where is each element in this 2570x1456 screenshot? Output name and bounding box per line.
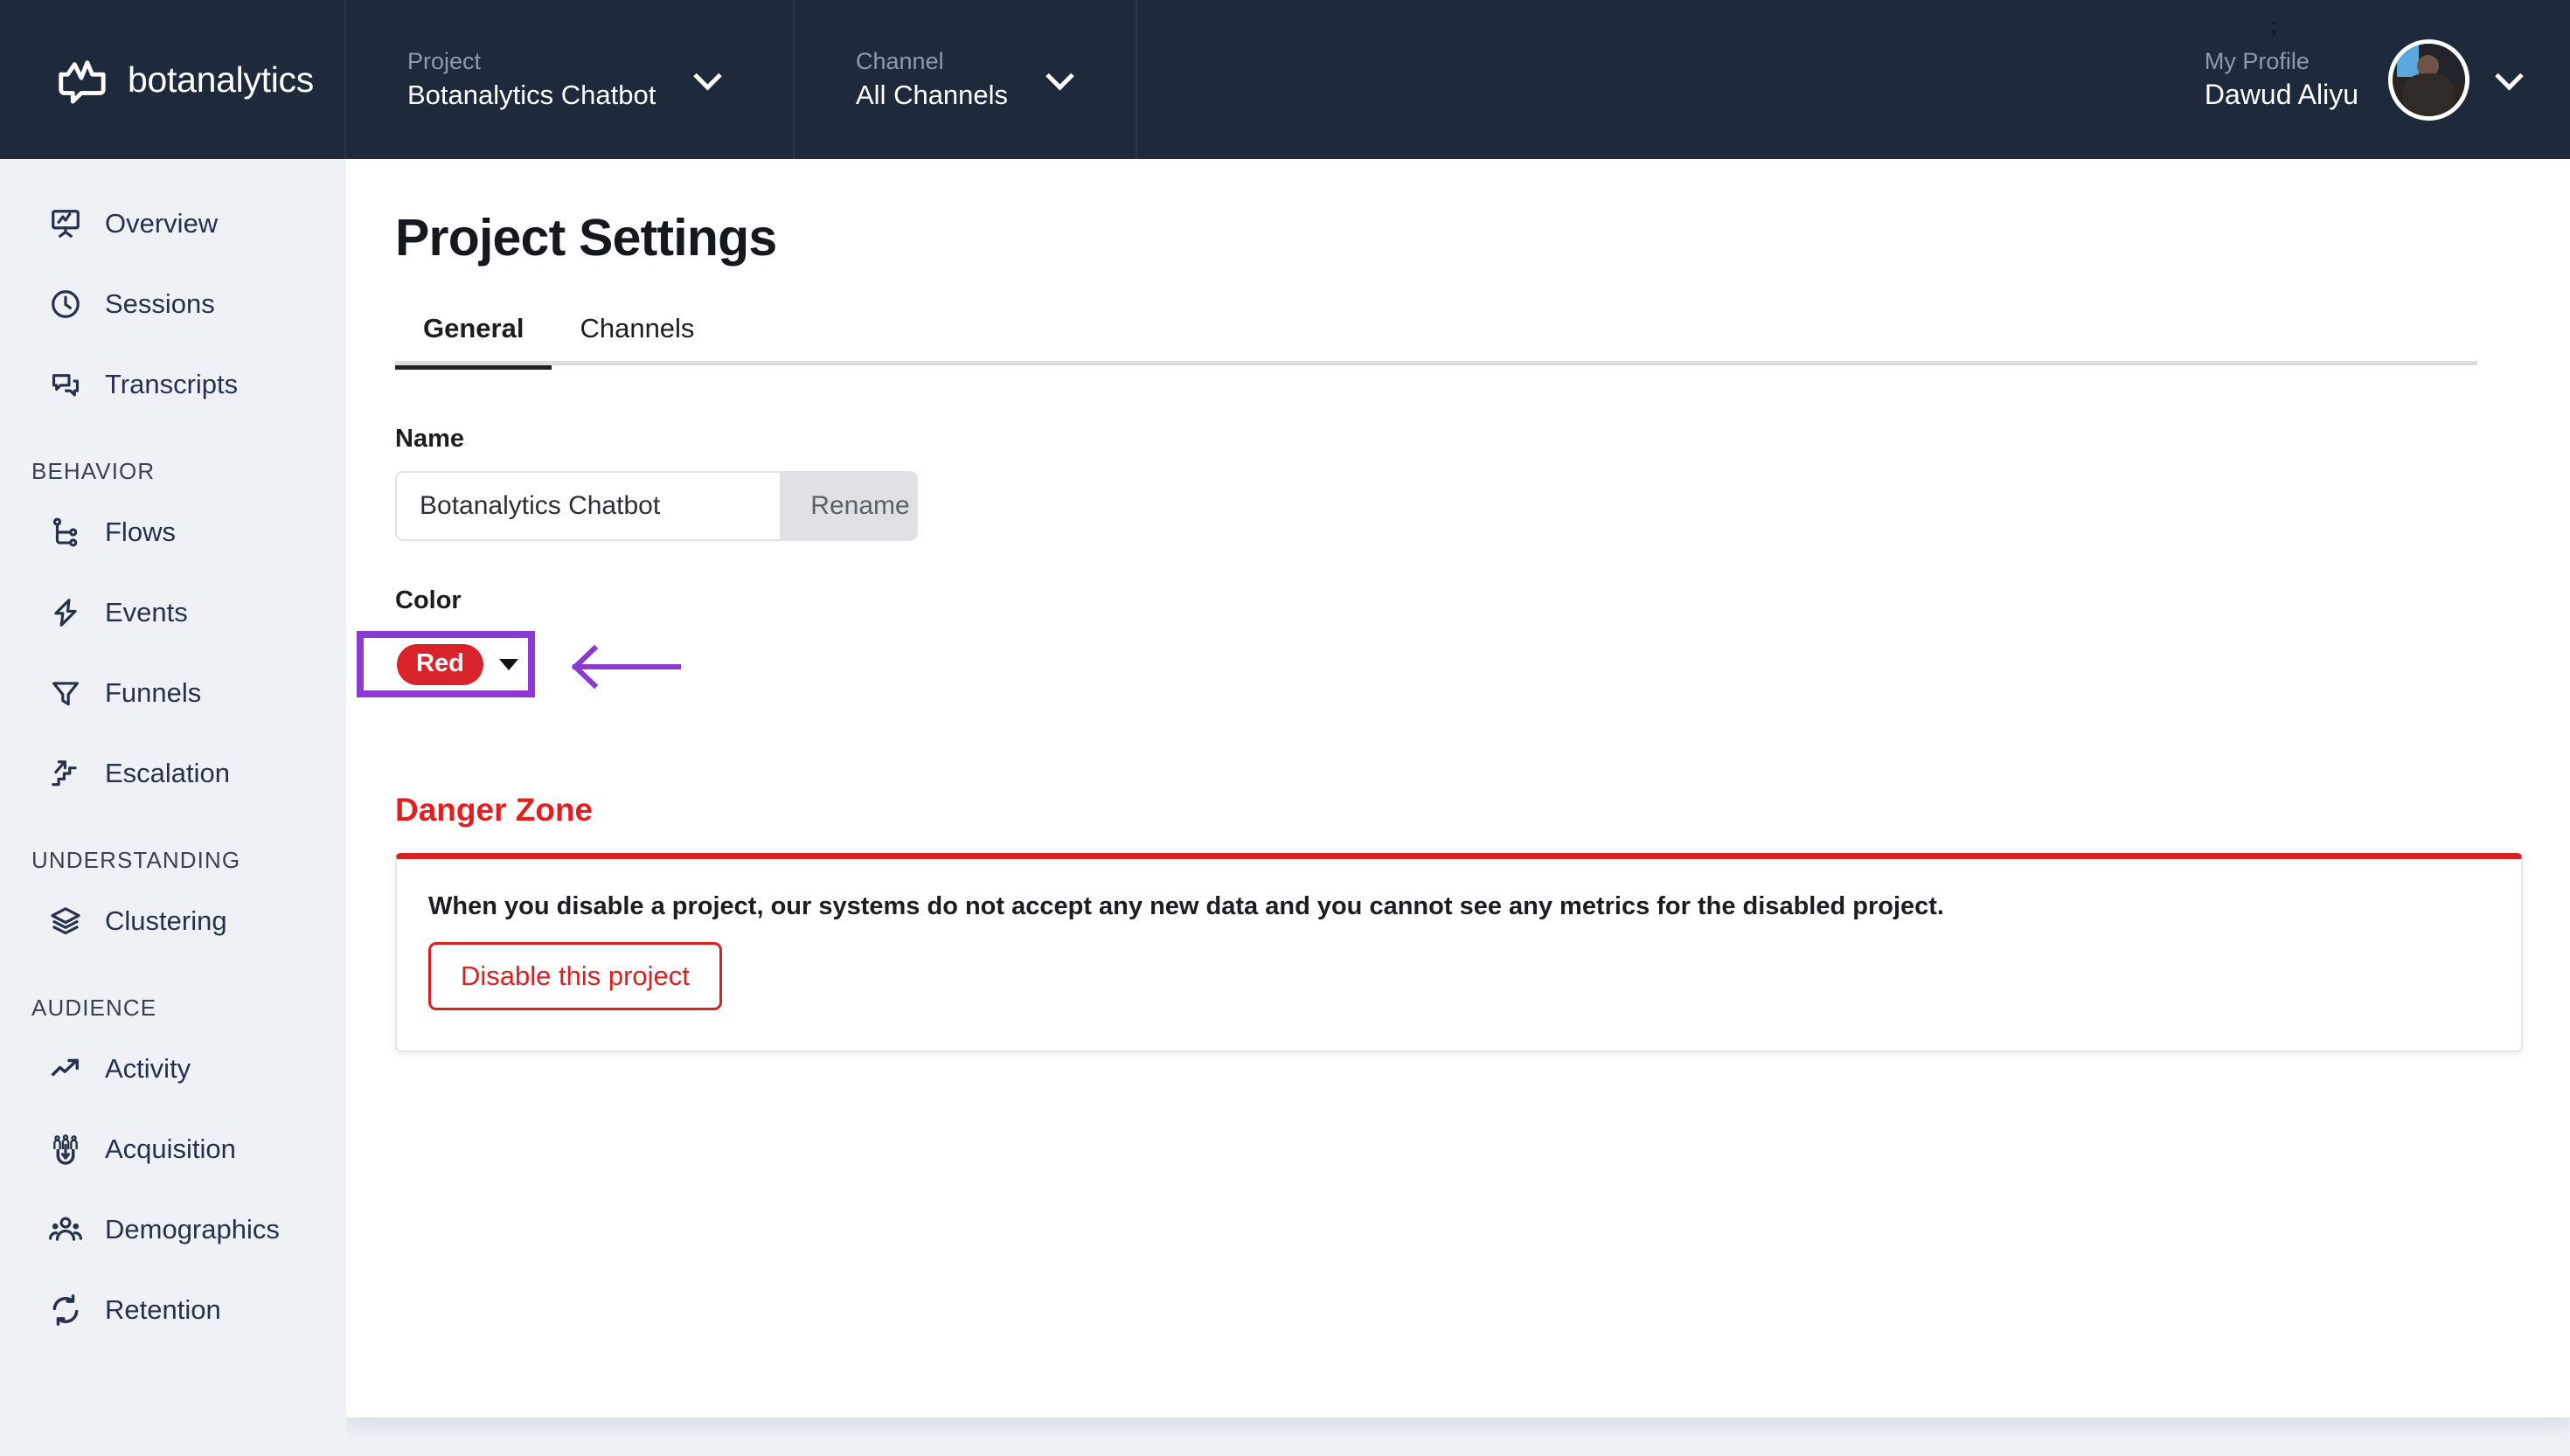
refresh-cycle-icon — [52, 1294, 79, 1326]
profile-menu[interactable]: My Profile Dawud Aliyu — [2205, 0, 2570, 159]
main-content: Project Settings General Channels Name R… — [346, 159, 2570, 1418]
sidebar-item-events[interactable]: Events — [0, 572, 346, 653]
sidebar-item-label: Overview — [105, 208, 219, 239]
left-arrow-annotation-icon — [571, 644, 681, 690]
drag-handle-icon[interactable]: ; — [2270, 12, 2277, 38]
sidebar-item-label: Escalation — [105, 758, 231, 788]
danger-zone-title: Danger Zone — [395, 792, 594, 828]
name-field-group: Rename — [395, 471, 918, 541]
caret-down-icon[interactable] — [498, 658, 518, 670]
project-selector-label: Project — [407, 48, 482, 75]
profile-label: My Profile — [2204, 47, 2310, 74]
chevron-down-icon[interactable] — [2495, 61, 2524, 91]
page-title: Project Settings — [395, 209, 777, 267]
sidebar-item-activity[interactable]: Activity — [0, 1029, 346, 1109]
top-bar-spacer: ; — [1137, 0, 2277, 159]
chat-analytics-logo-icon — [59, 60, 106, 104]
sidebar-item-label: Demographics — [105, 1214, 280, 1245]
presentation-chart-icon — [52, 210, 80, 238]
tab-channels[interactable]: Channels — [552, 313, 722, 365]
sidebar-item-overview[interactable]: Overview — [0, 184, 346, 264]
layers-stack-icon — [51, 907, 80, 935]
funnel-icon — [52, 682, 80, 706]
sidebar-item-label: Sessions — [105, 288, 215, 319]
channel-selector[interactable]: Channel All Channels — [795, 0, 1137, 159]
lightning-bolt-icon — [54, 599, 77, 627]
tab-general[interactable]: General — [395, 313, 552, 370]
channel-selector-label: Channel — [856, 48, 944, 75]
channel-selector-value: All Channels — [856, 79, 1009, 110]
sidebar-item-label: Transcripts — [105, 369, 239, 399]
disable-project-button[interactable]: Disable this project — [428, 942, 722, 1010]
sidebar-item-label: Retention — [105, 1294, 221, 1325]
sidebar-item-demographics[interactable]: Demographics — [0, 1189, 346, 1270]
sidebar-item-label: Events — [105, 597, 188, 627]
sidebar-group-audience: AUDIENCE — [31, 995, 157, 1021]
danger-zone-card: When you disable a project, our systems … — [395, 853, 2523, 1052]
rename-button[interactable]: Rename — [780, 473, 916, 539]
sidebar-item-clustering[interactable]: Clustering — [0, 881, 346, 961]
sidebar-item-acquisition[interactable]: Acquisition — [0, 1109, 346, 1189]
clock-icon — [52, 290, 80, 318]
name-field-label: Name — [395, 425, 464, 453]
sidebar-item-transcripts[interactable]: Transcripts — [0, 344, 346, 425]
sidebar-item-flows[interactable]: Flows — [0, 492, 346, 572]
sidebar-item-label: Acquisition — [105, 1134, 236, 1164]
sidebar-item-label: Funnels — [105, 677, 202, 708]
danger-zone-description: When you disable a project, our systems … — [428, 892, 1944, 920]
magnet-people-icon — [53, 1134, 78, 1165]
color-field-group: Red — [357, 631, 2477, 734]
stairs-arrow-up-icon — [52, 760, 77, 787]
sidebar-group-understanding: UNDERSTANDING — [31, 847, 241, 873]
sidebar-item-funnels[interactable]: Funnels — [0, 653, 346, 733]
sidebar-group-behavior: BEHAVIOR — [31, 458, 156, 484]
chevron-down-icon — [1045, 61, 1074, 91]
color-selected-pill[interactable]: Red — [397, 643, 483, 685]
sidebar-item-label: Activity — [105, 1053, 191, 1084]
settings-tabs: General Channels — [395, 313, 2477, 370]
color-dropdown-highlight: Red — [357, 631, 535, 697]
color-field-label: Color — [395, 586, 462, 614]
flow-branch-icon — [52, 517, 78, 547]
sidebar-item-escalation[interactable]: Escalation — [0, 733, 346, 814]
project-selector[interactable]: Project Botanalytics Chatbot — [346, 0, 795, 159]
trend-up-arrow-icon — [52, 1058, 80, 1077]
sidebar-item-label: Clustering — [105, 905, 227, 936]
sidebar-item-sessions[interactable]: Sessions — [0, 264, 346, 344]
chevron-down-icon — [693, 61, 723, 91]
people-group-icon — [49, 1217, 82, 1241]
sidebar-item-label: Flows — [105, 517, 176, 547]
sidebar: Overview Sessions Transcripts BEHAVIOR F… — [0, 159, 346, 1456]
top-bar: botanalytics Project Botanalytics Chatbo… — [0, 0, 2570, 159]
avatar[interactable] — [2388, 38, 2469, 121]
project-selector-value: Botanalytics Chatbot — [407, 79, 656, 110]
brand-logo-area[interactable]: botanalytics — [0, 0, 346, 159]
profile-name: Dawud Aliyu — [2204, 79, 2358, 111]
chat-bubbles-icon — [52, 374, 80, 397]
project-name-input[interactable] — [397, 473, 780, 539]
brand-name: botanalytics — [128, 59, 314, 100]
sidebar-item-retention[interactable]: Retention — [0, 1270, 346, 1350]
